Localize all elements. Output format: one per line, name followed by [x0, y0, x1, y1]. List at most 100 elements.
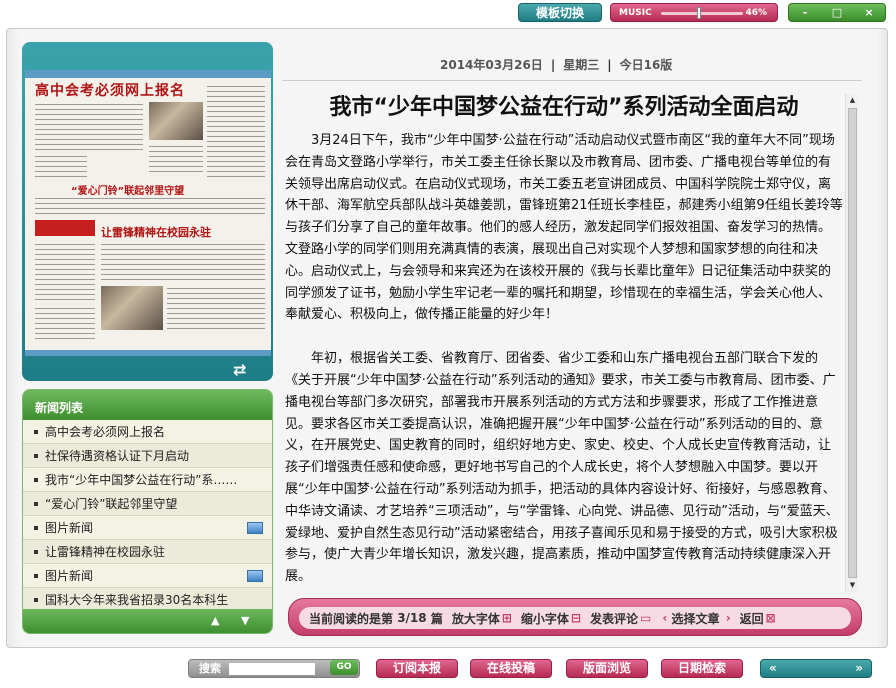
reading-position-label: 当前阅读的是第: [309, 611, 394, 626]
zoom-out-button[interactable]: 缩小字体 ⊟: [521, 610, 581, 627]
paper-photo: [101, 286, 163, 330]
bullet-icon: [34, 502, 38, 506]
bullet-icon: [34, 478, 38, 482]
issue-edition-count: 今日16版: [619, 58, 673, 72]
scroll-up-icon[interactable]: ▲: [211, 614, 219, 627]
news-item-label: 国科大今年来我省招录30名本科生: [45, 593, 229, 607]
news-item-label: 图片新闻: [45, 521, 94, 535]
page-browse-button[interactable]: 版面浏览: [566, 659, 648, 678]
subscribe-button[interactable]: 订阅本报: [376, 659, 458, 678]
news-item-label: 让雷锋精神在校园永驻: [45, 545, 166, 559]
zoom-in-button[interactable]: 放大字体 ⊞: [452, 610, 512, 627]
scroll-up-arrow-icon[interactable]: ▲: [846, 94, 859, 107]
paper-text-block: [35, 154, 87, 180]
comment-button[interactable]: 发表评论 ▭: [590, 610, 651, 627]
comment-icon: ▭: [640, 611, 652, 625]
window-controls: - □ ×: [788, 3, 886, 22]
paper-text-block: [207, 84, 265, 180]
scroll-thumb[interactable]: [848, 108, 857, 578]
paper-text-block: [101, 242, 265, 282]
news-list-item[interactable]: 高中会考必须网上报名: [23, 420, 272, 444]
news-item-label: 高中会考必须网上报名: [45, 425, 166, 439]
news-item-label: 我市“少年中国梦公益在行动”系……: [45, 473, 238, 487]
zoom-in-label: 放大字体: [451, 611, 500, 626]
paper-text-block: [35, 102, 143, 152]
reading-position: 当前阅读的是第 3/18 篇: [309, 610, 443, 627]
newspaper-page-thumbnail[interactable]: 高中会考必须网上报名 “爱心门铃”联起邻里守望 让雷锋精神在校园永驻: [25, 70, 271, 356]
paper-text-block: [35, 196, 265, 218]
bullet-icon: [34, 454, 38, 458]
article-content: 我市“少年中国梦公益在行动”系列活动全面启动 3月24日下午，我市“少年中国梦·…: [285, 94, 843, 594]
back-label: 返回: [739, 611, 764, 626]
news-item-label: “爱心门铃”联起邻里守望: [45, 497, 178, 511]
paper-subhead-2: 让雷锋精神在校园永驻: [101, 226, 211, 239]
article-scrollbar[interactable]: ▲ ▼: [845, 94, 858, 592]
scroll-down-arrow-icon[interactable]: ▼: [846, 579, 859, 592]
next-article-icon: ›: [725, 611, 731, 625]
article-paragraph: 年初，根据省关工委、省教育厅、团省委、省少工委和山东广播电视台五部门联合下发的《…: [285, 351, 839, 585]
close-icon[interactable]: ×: [859, 4, 879, 21]
minimize-icon[interactable]: -: [795, 4, 815, 21]
comment-label: 发表评论: [590, 611, 639, 626]
refresh-icon[interactable]: ⇄: [233, 360, 246, 379]
article-meta: 2014年03月26日 | 星期三 | 今日16版: [440, 58, 673, 72]
paper-headline: 高中会考必须网上报名: [35, 83, 185, 99]
divider: [282, 80, 862, 81]
news-list: 高中会考必须网上报名社保待遇资格认证下月启动我市“少年中国梦公益在行动”系…… “…: [23, 420, 272, 612]
back-button[interactable]: 返回 ⊠: [740, 610, 776, 627]
bullet-icon: [34, 598, 38, 602]
prev-page-icon[interactable]: «: [769, 660, 777, 677]
zoom-out-label: 缩小字体: [520, 611, 569, 626]
issue-date: 2014年03月26日: [440, 58, 543, 72]
prev-article-icon: ‹: [662, 611, 668, 625]
news-list-panel: 新闻列表 高中会考必须网上报名社保待遇资格认证下月启动我市“少年中国梦公益在行动…: [22, 389, 273, 634]
article-title: 我市“少年中国梦公益在行动”系列活动全面启动: [329, 95, 799, 120]
news-list-item[interactable]: 让雷锋精神在校园永驻: [23, 540, 272, 564]
music-volume-slider[interactable]: [661, 7, 743, 19]
paper-text-block: [167, 286, 265, 330]
date-search-button[interactable]: 日期检索: [661, 659, 743, 678]
picture-icon: [247, 570, 263, 582]
maximize-icon[interactable]: □: [827, 4, 847, 21]
page-navigation: « »: [760, 659, 872, 678]
paper-photo: [149, 102, 203, 140]
music-label: MUSIC: [619, 8, 652, 18]
paper-bottom-strip: [25, 350, 271, 356]
music-control: MUSIC 46%: [610, 3, 778, 22]
news-list-footer: ▲ ▼: [23, 609, 272, 633]
back-icon: ⊠: [765, 611, 776, 625]
paper-text-block: [35, 242, 95, 302]
select-article-button[interactable]: ‹ 选择文章 ›: [660, 610, 730, 627]
submit-article-button[interactable]: 在线投稿: [470, 659, 552, 678]
paper-subhead: “爱心门铃”联起邻里守望: [71, 186, 185, 197]
news-list-item[interactable]: “爱心门铃”联起邻里守望: [23, 492, 272, 516]
picture-icon: [247, 522, 263, 534]
next-page-icon[interactable]: »: [855, 660, 863, 677]
select-article-label: 选择文章: [671, 611, 720, 626]
news-list-item[interactable]: 图片新闻: [23, 564, 272, 588]
news-list-title: 新闻列表: [23, 390, 272, 420]
volume-slider-knob[interactable]: [696, 7, 701, 19]
paper-text-block: [149, 144, 203, 176]
news-list-item[interactable]: 我市“少年中国梦公益在行动”系……: [23, 468, 272, 492]
template-switch-button[interactable]: 模板切换: [518, 3, 602, 22]
news-item-label: 图片新闻: [45, 569, 94, 583]
search-label: 搜索: [199, 662, 221, 675]
zoom-in-icon: ⊞: [501, 611, 512, 625]
reading-toolbar: 当前阅读的是第 3/18 篇 放大字体 ⊞ 缩小字体 ⊟ 发表评论 ▭ ‹ 选择文章 …: [288, 598, 862, 636]
reading-position-unit: 篇: [430, 611, 443, 626]
news-list-item[interactable]: 社保待遇资格认证下月启动: [23, 444, 272, 468]
issue-weekday: 星期三: [563, 58, 600, 72]
paper-red-block: [35, 220, 95, 236]
bullet-icon: [34, 430, 38, 434]
search-input[interactable]: [229, 663, 315, 675]
paper-text-block: [35, 306, 95, 342]
bullet-icon: [34, 574, 38, 578]
news-item-label: 社保待遇资格认证下月启动: [45, 449, 190, 463]
scroll-down-icon[interactable]: ▼: [241, 614, 249, 627]
article-paragraph: 3月24日下午，我市“少年中国梦·公益在行动”活动启动仪式暨市南区“我的童年大不…: [285, 133, 843, 323]
news-list-item[interactable]: 图片新闻: [23, 516, 272, 540]
bullet-icon: [34, 526, 38, 530]
reading-toolbar-inner: 当前阅读的是第 3/18 篇 放大字体 ⊞ 缩小字体 ⊟ 发表评论 ▭ ‹ 选择文章 …: [299, 607, 851, 629]
search-go-button[interactable]: GO: [330, 660, 358, 675]
